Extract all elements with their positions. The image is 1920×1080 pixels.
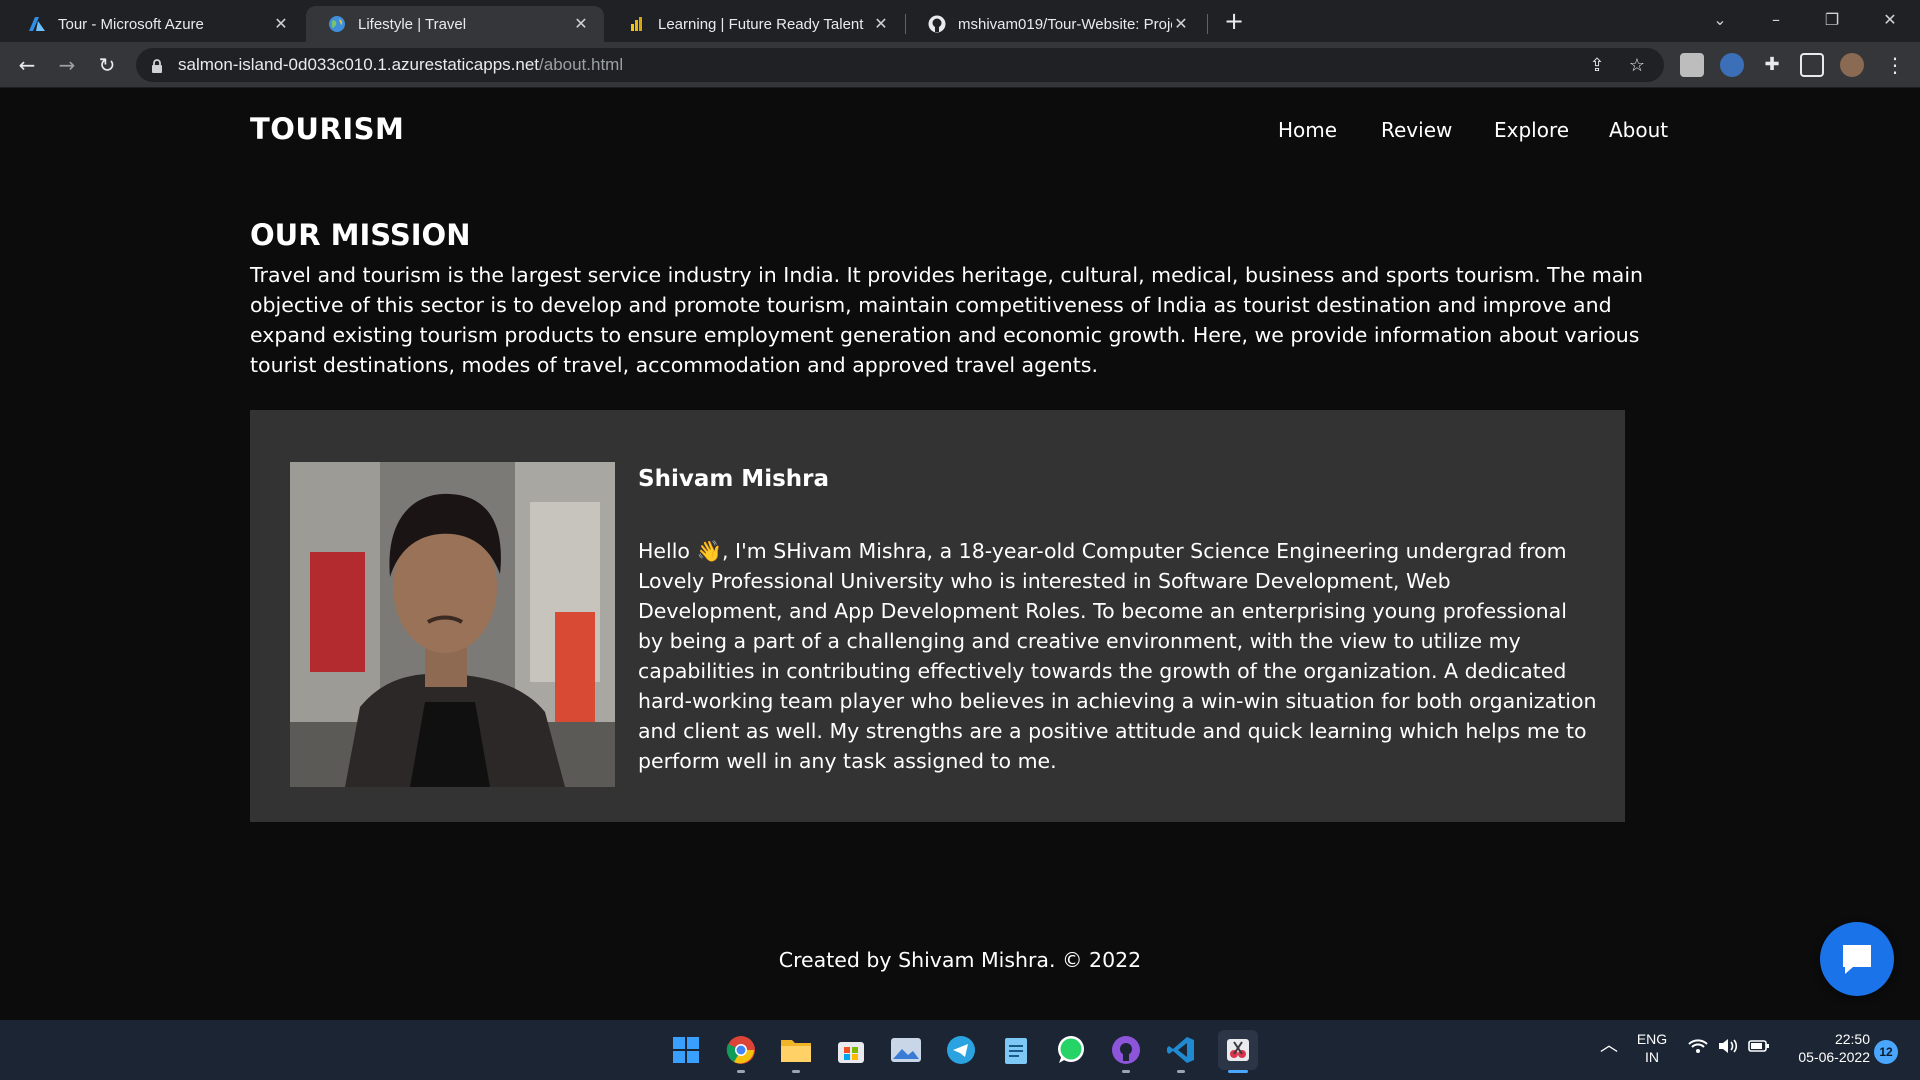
- github-icon: [928, 15, 946, 33]
- site-brand[interactable]: TOURISM: [250, 112, 404, 146]
- power-bi-icon: [628, 15, 646, 33]
- address-bar[interactable]: salmon-island-0d033c010.1.azurestaticapp…: [136, 48, 1664, 82]
- cursor-extension-icon[interactable]: [1720, 53, 1744, 77]
- browser-toolbar: ← → ↻ salmon-island-0d033c010.1.azuresta…: [0, 42, 1920, 88]
- telegram-icon[interactable]: [943, 1032, 979, 1068]
- url-path: /about.html: [539, 55, 624, 74]
- file-explorer-icon[interactable]: [778, 1032, 814, 1068]
- photos-icon[interactable]: [888, 1032, 924, 1068]
- close-icon[interactable]: ✕: [272, 14, 290, 34]
- profile-name: Shivam Mishra: [638, 466, 830, 492]
- language-indicator[interactable]: ENG IN: [1630, 1030, 1674, 1066]
- tab-tour-microsoft-azure[interactable]: Tour - Microsoft Azure ✕: [6, 6, 304, 42]
- close-icon[interactable]: ✕: [572, 14, 590, 34]
- notification-count-badge[interactable]: 12: [1874, 1040, 1898, 1064]
- tab-divider: [1207, 14, 1208, 34]
- battery-icon[interactable]: [1748, 1038, 1770, 1058]
- share-icon[interactable]: ⇪: [1586, 55, 1608, 77]
- running-indicator: [737, 1070, 745, 1073]
- running-indicator: [792, 1070, 800, 1073]
- tab-title: Tour - Microsoft Azure: [58, 15, 204, 33]
- nav-link-home[interactable]: Home: [1278, 118, 1337, 142]
- tab-title: mshivam019/Tour-Website: Proje: [958, 15, 1172, 33]
- nav-link-explore[interactable]: Explore: [1494, 118, 1569, 142]
- windows-start-icon[interactable]: [668, 1032, 704, 1068]
- running-indicator: [1177, 1070, 1185, 1073]
- close-icon[interactable]: ✕: [1172, 14, 1190, 34]
- clock-time: 22:50: [1834, 1031, 1870, 1047]
- chrome-icon[interactable]: [723, 1032, 759, 1068]
- tab-title: Learning | Future Ready Talent: [658, 15, 864, 33]
- language-code: ENG: [1636, 1031, 1668, 1047]
- bookmark-star-icon[interactable]: ☆: [1626, 55, 1648, 77]
- new-tab-button[interactable]: +: [1220, 6, 1248, 36]
- clock[interactable]: 22:50 05-06-2022: [1784, 1030, 1870, 1066]
- extension-icon[interactable]: [1680, 53, 1704, 77]
- profile-card: Shivam Mishra Hello 👋, I'm SHivam Mishra…: [250, 410, 1625, 822]
- nav-link-about[interactable]: About: [1609, 118, 1668, 142]
- close-icon[interactable]: ✕: [872, 14, 890, 34]
- tab-lifestyle-travel[interactable]: Lifestyle | Travel ✕: [306, 6, 604, 42]
- nav-link-review[interactable]: Review: [1381, 118, 1452, 142]
- globe-icon: [328, 15, 346, 33]
- github-desktop-icon[interactable]: [1108, 1032, 1144, 1068]
- restore-icon[interactable]: ❐: [1812, 6, 1852, 34]
- page-footer: Created by Shivam Mishra. © 2022: [778, 948, 1142, 972]
- tab-title: Lifestyle | Travel: [358, 15, 467, 33]
- notepad-icon[interactable]: [998, 1032, 1034, 1068]
- active-indicator: [1228, 1070, 1248, 1073]
- puzzle-extensions-icon[interactable]: ✚: [1760, 53, 1784, 77]
- web-page: TOURISM Home Review Explore About OUR MI…: [0, 88, 1920, 1020]
- mission-paragraph: Travel and tourism is the largest servic…: [250, 263, 1644, 377]
- tab-learning-future-ready-talent[interactable]: Learning | Future Ready Talent ✕: [606, 6, 904, 42]
- region-code: IN: [1645, 1049, 1659, 1065]
- window-close-icon[interactable]: ✕: [1870, 6, 1910, 34]
- clock-date: 05-06-2022: [1798, 1049, 1870, 1065]
- minimize-icon[interactable]: –: [1756, 6, 1796, 34]
- more-menu-icon[interactable]: ⋮: [1880, 50, 1910, 80]
- tab-github-tour-website[interactable]: mshivam019/Tour-Website: Proje ✕: [906, 6, 1204, 42]
- url-text: salmon-island-0d033c010.1.azurestaticapp…: [178, 55, 623, 75]
- azure-icon: [28, 15, 46, 33]
- tab-search-chevron-icon[interactable]: ⌄: [1700, 6, 1740, 34]
- vscode-icon[interactable]: [1163, 1032, 1199, 1068]
- lock-icon: [150, 58, 164, 73]
- browser-tab-strip: Tour - Microsoft Azure ✕ Lifestyle | Tra…: [0, 0, 1920, 42]
- volume-icon[interactable]: [1718, 1038, 1738, 1058]
- running-indicator: [1122, 1070, 1130, 1073]
- reload-icon[interactable]: ↻: [92, 50, 122, 80]
- profile-avatar[interactable]: [1840, 53, 1864, 77]
- tab-divider: [905, 14, 906, 34]
- forward-arrow-icon[interactable]: →: [52, 50, 82, 80]
- microsoft-store-icon[interactable]: [833, 1032, 869, 1068]
- side-panel-icon[interactable]: [1800, 53, 1824, 77]
- chat-widget-button[interactable]: [1820, 922, 1894, 996]
- tray-overflow-chevron-icon[interactable]: ︿: [1600, 1036, 1618, 1054]
- windows-taskbar: ︿ ENG IN 22:50 05-06-2022: [0, 1020, 1920, 1080]
- profile-bio: Hello 👋, I'm SHivam Mishra, a 18-year-ol…: [638, 539, 1597, 773]
- chat-bubble-icon: [1843, 945, 1871, 974]
- back-arrow-icon[interactable]: ←: [12, 50, 42, 80]
- snipping-tool-icon[interactable]: [1218, 1030, 1258, 1070]
- profile-photo: [290, 462, 615, 787]
- mission-heading: OUR MISSION: [250, 218, 471, 252]
- wifi-icon[interactable]: [1688, 1038, 1708, 1058]
- url-host: salmon-island-0d033c010.1.azurestaticapp…: [178, 55, 540, 74]
- whatsapp-icon[interactable]: [1053, 1032, 1089, 1068]
